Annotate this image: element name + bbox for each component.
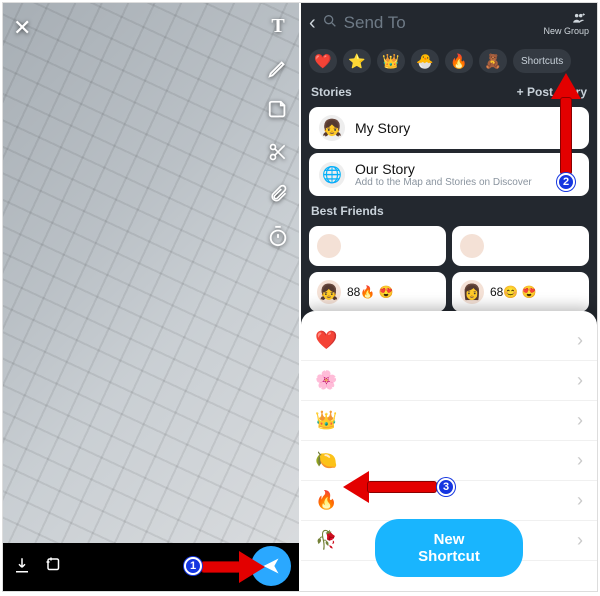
annotation-badge-2: 2 <box>557 173 575 191</box>
annotation-arrow-1 <box>201 551 267 581</box>
pencil-icon[interactable] <box>265 55 291 81</box>
story-title: Our Story <box>355 161 532 177</box>
shortcuts-chip[interactable]: Shortcuts <box>513 49 571 73</box>
shortcut-sheet: ❤️ › 🌸 › 👑 › 🍋 › 🔥 › 🥀 › <box>301 311 597 591</box>
story-subtitle: Add to the Map and Stories on Discover <box>355 177 532 188</box>
our-story-card[interactable]: 🌐 Our Story Add to the Map and Stories o… <box>309 153 589 196</box>
shortcut-emoji: 👑 <box>315 410 337 431</box>
timer-icon[interactable] <box>265 223 291 249</box>
captured-photo <box>3 3 299 543</box>
bf-card[interactable]: 👧 88🔥 😍 <box>309 272 446 312</box>
shortcut-row[interactable]: 👑 › <box>301 401 597 441</box>
edit-tool-column: T <box>265 13 291 249</box>
best-friends-header: Best Friends <box>301 200 597 222</box>
search-placeholder: Send To <box>344 13 406 33</box>
shortcut-emoji: 🥀 <box>315 530 337 551</box>
new-shortcut-button[interactable]: New Shortcut <box>375 519 523 577</box>
shortcut-row[interactable]: ❤️ › <box>301 321 597 361</box>
new-group-button[interactable]: New Group <box>543 11 589 36</box>
group-icon <box>543 11 589 27</box>
my-story-card[interactable]: 👧 My Story <box>309 107 589 149</box>
shortcut-emoji: 🔥 <box>315 490 337 511</box>
annotation-arrow-3 <box>343 471 437 503</box>
save-icon[interactable] <box>13 556 31 579</box>
new-group-label: New Group <box>543 26 589 36</box>
annotation-arrow-2 <box>551 73 581 173</box>
close-icon[interactable]: ✕ <box>13 15 31 41</box>
avatar: 👧 <box>317 280 341 304</box>
chip-star[interactable]: ⭐ <box>343 49 371 73</box>
bf-score: 68😊 😍 <box>490 285 537 299</box>
story-icon[interactable] <box>45 556 63 579</box>
bf-card[interactable]: 👩 68😊 😍 <box>452 272 589 312</box>
best-friends-label: Best Friends <box>311 204 384 218</box>
shortcut-emoji: 🍋 <box>315 450 337 471</box>
chevron-right-icon: › <box>577 410 583 431</box>
stories-header-label: Stories <box>311 85 352 99</box>
bf-card[interactable] <box>309 226 446 266</box>
search-icon <box>322 13 338 34</box>
chip-fire[interactable]: 🔥 <box>445 49 473 73</box>
avatar <box>460 234 484 258</box>
search-input[interactable]: Send To <box>322 13 538 34</box>
shortcut-emoji: 🌸 <box>315 370 337 391</box>
chip-bear[interactable]: 🧸 <box>479 49 507 73</box>
chevron-right-icon: › <box>577 530 583 551</box>
snap-preview-screen: ✕ T <box>3 3 299 591</box>
chevron-right-icon: › <box>577 370 583 391</box>
avatar <box>317 234 341 258</box>
sticker-icon[interactable] <box>265 97 291 123</box>
avatar: 👧 <box>319 115 345 141</box>
chip-chick[interactable]: 🐣 <box>411 49 439 73</box>
chip-heart[interactable]: ❤️ <box>309 49 337 73</box>
paperclip-icon[interactable] <box>265 181 291 207</box>
chevron-right-icon: › <box>577 450 583 471</box>
avatar: 🌐 <box>319 162 345 188</box>
bf-card[interactable] <box>452 226 589 266</box>
story-title: My Story <box>355 120 410 136</box>
chevron-right-icon: › <box>577 490 583 511</box>
text-tool-icon[interactable]: T <box>265 13 291 39</box>
shortcut-emoji: ❤️ <box>315 330 337 351</box>
chip-crown[interactable]: 👑 <box>377 49 405 73</box>
scissors-icon[interactable] <box>265 139 291 165</box>
annotation-badge-1: 1 <box>184 557 202 575</box>
annotation-badge-3: 3 <box>437 478 455 496</box>
back-icon[interactable]: ‹ <box>309 12 316 35</box>
avatar: 👩 <box>460 280 484 304</box>
chevron-right-icon: › <box>577 330 583 351</box>
send-to-header: ‹ Send To New Group <box>301 3 597 43</box>
shortcut-row[interactable]: 🌸 › <box>301 361 597 401</box>
bf-score: 88🔥 😍 <box>347 285 394 299</box>
